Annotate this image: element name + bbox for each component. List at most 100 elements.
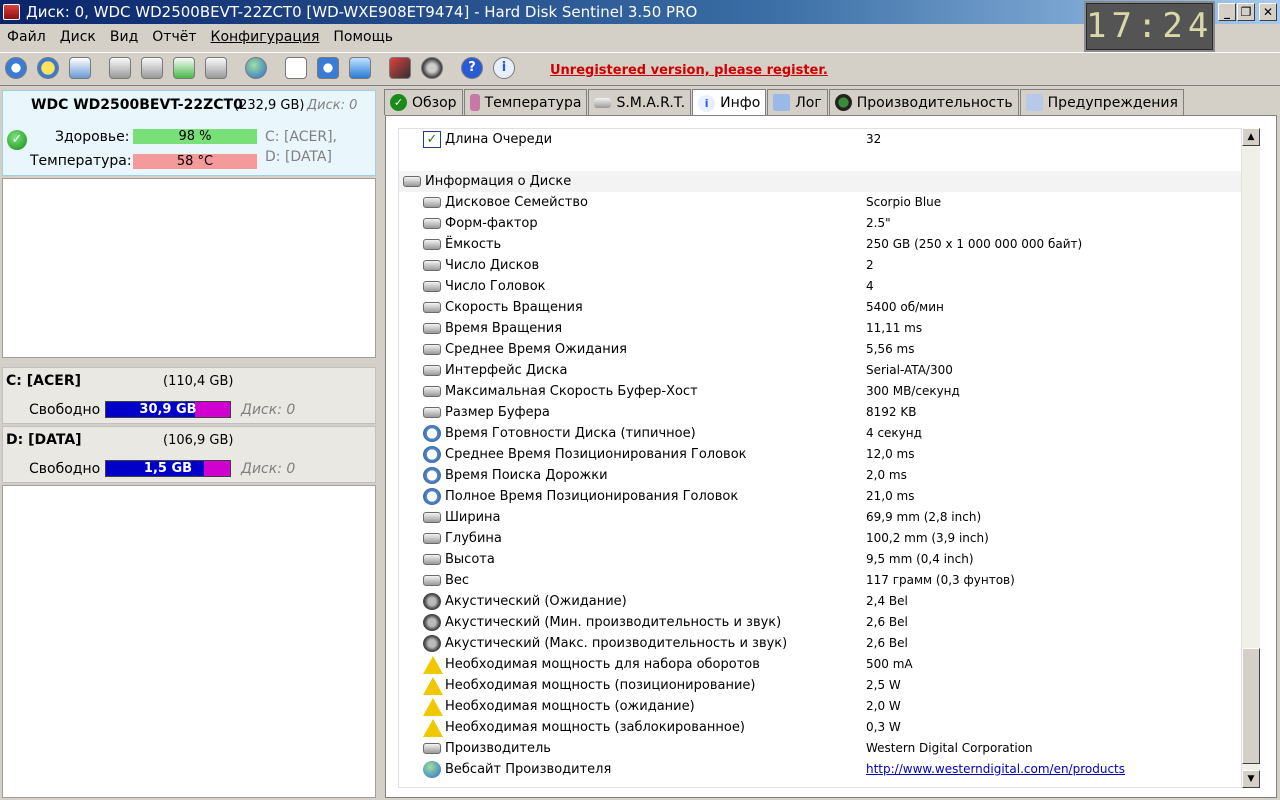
- info-row[interactable]: Среднее Время Позиционирования Головок 12…: [399, 444, 1241, 465]
- about-button[interactable]: i: [489, 53, 519, 83]
- section-header[interactable]: Информация о Диске: [399, 171, 1241, 192]
- info-row[interactable]: Среднее Время Ожидания 5,56 ms: [399, 339, 1241, 360]
- info-row[interactable]: Время Поиска Дорожки 2,0 ms: [399, 465, 1241, 486]
- info-row[interactable]: Вес 117 грамм (0,3 фунтов): [399, 570, 1241, 591]
- info-value: 21,0 ms: [866, 489, 915, 503]
- disk-card[interactable]: WDC WD2500BEVT-22ZCT0 (232,9 GB) Диск: 0…: [2, 90, 376, 176]
- partition-card-d[interactable]: D: [DATA] (106,9 GB) Свободно 1,5 GB Дис…: [2, 426, 376, 483]
- info-row[interactable]: Интерфейс Диска Serial-ATA/300: [399, 360, 1241, 381]
- info-value: 2: [866, 258, 874, 272]
- globe-button[interactable]: [241, 53, 271, 83]
- menu-view[interactable]: Вид: [103, 26, 145, 48]
- info-list[interactable]: ✓ Длина Очереди 32 Информация о Диске Дисков…: [398, 128, 1242, 788]
- disk-ok-button[interactable]: [169, 53, 199, 83]
- tab-smart[interactable]: S.M.A.R.T.: [588, 89, 692, 115]
- tab-overview[interactable]: ✓ Обзор: [384, 89, 463, 115]
- info-row[interactable]: Глубина 100,2 mm (3,9 inch): [399, 528, 1241, 549]
- alert-icon: [37, 57, 59, 79]
- checkbox-icon[interactable]: ✓: [423, 131, 441, 148]
- chart-button[interactable]: [385, 53, 415, 83]
- info-row[interactable]: Необходимая мощность для набора оборотов…: [399, 654, 1241, 675]
- network-button[interactable]: [345, 53, 375, 83]
- scroll-thumb[interactable]: [1242, 648, 1260, 764]
- scroll-down-button[interactable]: ▼: [1242, 770, 1260, 788]
- thermometer-icon: [469, 94, 480, 111]
- menu-config[interactable]: Конфигурация: [204, 26, 327, 48]
- sound-icon: [421, 57, 443, 79]
- disk-info-button[interactable]: [65, 53, 95, 83]
- menu-file[interactable]: Файл: [0, 26, 53, 48]
- info-row[interactable]: Ёмкость 250 GB (250 x 1 000 000 000 байт): [399, 234, 1241, 255]
- warning-icon: [423, 719, 443, 737]
- disk-tools-button[interactable]: [201, 53, 231, 83]
- report-button[interactable]: [281, 53, 311, 83]
- info-row[interactable]: Максимальная Скорость Буфер-Хост 300 MB/с…: [399, 381, 1241, 402]
- info-row[interactable]: Производитель Western Digital Corporation: [399, 738, 1241, 759]
- partition-card-c[interactable]: C: [ACER] (110,4 GB) Свободно 30,9 GB Ди…: [2, 367, 376, 424]
- info-row[interactable]: Число Головок 4: [399, 276, 1241, 297]
- tab-info[interactable]: i Инфо: [692, 89, 767, 116]
- info-row[interactable]: Форм-фактор 2.5": [399, 213, 1241, 234]
- sound-button[interactable]: [417, 53, 447, 83]
- close-button[interactable]: ✕: [1259, 3, 1277, 21]
- info-value: 4 секунд: [866, 426, 922, 440]
- info-label: Ширина: [445, 510, 501, 525]
- info-value: 117 грамм (0,3 фунтов): [866, 573, 1015, 587]
- info-row[interactable]: Размер Буфера 8192 KB: [399, 402, 1241, 423]
- info-row[interactable]: Время Вращения 11,11 ms: [399, 318, 1241, 339]
- tab-log[interactable]: Лог: [767, 89, 828, 115]
- partition-name: D: [DATA]: [6, 432, 82, 448]
- app-icon[interactable]: [3, 4, 20, 20]
- panel-splitter[interactable]: [378, 88, 382, 800]
- disk-test-icon: [109, 57, 131, 79]
- scroll-up-button[interactable]: ▲: [1242, 128, 1260, 146]
- restore-button[interactable]: ❐: [1237, 3, 1255, 21]
- partition-list-panel: [2, 485, 376, 798]
- info-row[interactable]: Акустический (Мин. производительность и …: [399, 612, 1241, 633]
- partition-disk: Диск: 0: [241, 461, 296, 477]
- menu-report[interactable]: Отчёт: [145, 26, 203, 48]
- info-label: Скорость Вращения: [445, 300, 583, 315]
- sound-icon: [423, 635, 441, 652]
- disk-tools-icon: [205, 57, 227, 79]
- minimize-button[interactable]: _: [1218, 3, 1236, 21]
- info-row[interactable]: Вебсайт Производителя http://www.westernd…: [399, 759, 1241, 780]
- disk-scan-button[interactable]: [137, 53, 167, 83]
- clock-icon: [423, 467, 441, 484]
- alert-button[interactable]: [33, 53, 63, 83]
- clock: 17:24: [1084, 1, 1215, 52]
- info-row[interactable]: Акустический (Ожидание) 2,4 Bel: [399, 591, 1241, 612]
- info-row[interactable]: [399, 150, 1241, 171]
- tab-alerts[interactable]: Предупреждения: [1019, 89, 1184, 115]
- info-row[interactable]: Дисковое Семейство Scorpio Blue: [399, 192, 1241, 213]
- menu-disk[interactable]: Диск: [53, 26, 103, 48]
- info-value: 500 mA: [866, 657, 913, 671]
- disk-test-button[interactable]: [105, 53, 135, 83]
- unregistered-link[interactable]: Unregistered version, please register.: [550, 63, 828, 78]
- tab-bar: ✓ Обзор Температура S.M.A.R.T. i Инфо Лог …: [384, 89, 1185, 116]
- info-row[interactable]: Необходимая мощность (ожидание) 2,0 W: [399, 696, 1241, 717]
- manufacturer-website-link[interactable]: http://www.westerndigital.com/en/product…: [866, 762, 1125, 776]
- info-row[interactable]: Полное Время Позиционирования Головок 21,…: [399, 486, 1241, 507]
- info-row[interactable]: Высота 9,5 mm (0,4 inch): [399, 549, 1241, 570]
- refresh-button[interactable]: [1, 53, 31, 83]
- scrollbar[interactable]: ▲ ▼: [1242, 128, 1260, 788]
- free-label: Свободно: [29, 402, 101, 418]
- info-row[interactable]: Ширина 69,9 mm (2,8 inch): [399, 507, 1241, 528]
- menu-help[interactable]: Помощь: [326, 26, 400, 48]
- info-row[interactable]: Необходимая мощность (позиционирование) 2…: [399, 675, 1241, 696]
- info-row[interactable]: Время Готовности Диска (типичное) 4 секун…: [399, 423, 1241, 444]
- info-row[interactable]: Акустический (Макс. производительность и…: [399, 633, 1241, 654]
- info-row[interactable]: ✓ Длина Очереди 32: [399, 129, 1241, 150]
- sync-button[interactable]: [313, 53, 343, 83]
- tab-performance[interactable]: Производительность: [828, 89, 1019, 115]
- info-row[interactable]: Число Дисков 2: [399, 255, 1241, 276]
- info-row[interactable]: Необходимая мощность (заблокированное) 0,…: [399, 717, 1241, 738]
- info-label: Акустический (Ожидание): [445, 594, 627, 609]
- info-value: 8192 KB: [866, 405, 917, 419]
- tab-temperature[interactable]: Температура: [463, 89, 588, 115]
- info-row[interactable]: Скорость Вращения 5400 об/мин: [399, 297, 1241, 318]
- help-button[interactable]: ?: [457, 53, 487, 83]
- tab-label: Лог: [795, 94, 822, 111]
- disk-scan-icon: [141, 57, 163, 79]
